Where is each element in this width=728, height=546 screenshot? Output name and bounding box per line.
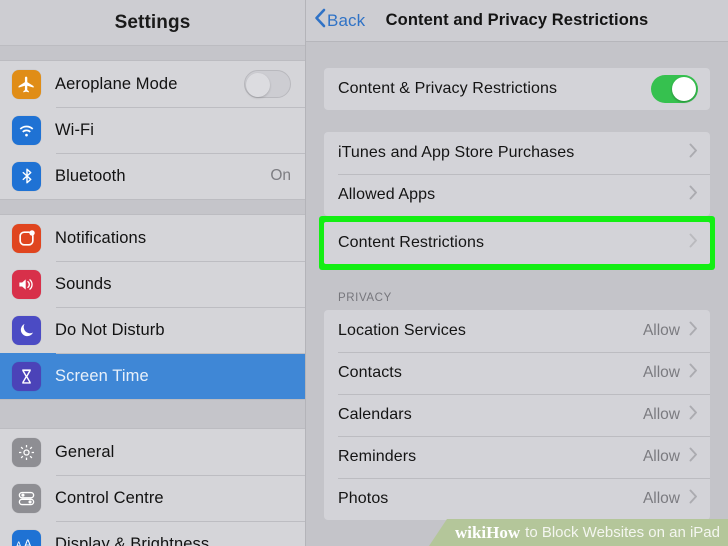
row-label: Photos: [338, 490, 389, 507]
sidebar-gap-2: [0, 199, 305, 215]
sidebar-item-general[interactable]: General: [0, 429, 305, 475]
row-label: Location Services: [338, 322, 466, 339]
sidebar-item-label: Screen Time: [55, 366, 149, 385]
aeroplane-mode-toggle[interactable]: [244, 70, 291, 98]
detail-header: Back Content and Privacy Restrictions: [306, 0, 728, 42]
notifications-icon: [12, 223, 41, 253]
sidebar-item-label: Sounds: [55, 274, 112, 293]
sidebar-item-screen-time[interactable]: Screen Time: [0, 353, 305, 399]
row-value: Allow: [642, 406, 680, 423]
gear-icon: [12, 437, 41, 467]
sidebar-group-device: General Control Centre AA Display & Brig…: [0, 429, 305, 546]
row-label: iTunes and App Store Purchases: [338, 144, 575, 161]
chevron-right-icon: [689, 233, 698, 253]
back-button-label: Back: [327, 10, 366, 30]
restrictions-card: iTunes and App Store Purchases Allowed A…: [324, 132, 710, 216]
sidebar-item-label: General: [55, 442, 115, 461]
content-restrictions-card: Content Restrictions: [324, 222, 710, 264]
watermark-brand: wikiHow: [454, 522, 521, 542]
aeroplane-icon: [12, 69, 41, 99]
watermark-text: to Block Websites on an iPad: [525, 524, 720, 541]
sidebar-title: Settings: [0, 0, 305, 45]
toggle-knob: [246, 73, 270, 97]
sidebar-item-label: Control Centre: [55, 488, 164, 507]
row-value: Allow: [642, 364, 680, 381]
sidebar-item-control-centre[interactable]: Control Centre: [0, 475, 305, 521]
sidebar-item-display-brightness[interactable]: AA Display & Brightness: [0, 521, 305, 546]
calendars-row[interactable]: Calendars Allow: [324, 394, 710, 436]
chevron-right-icon: [689, 405, 698, 425]
sidebar-item-wifi[interactable]: Wi-Fi: [0, 107, 305, 153]
sidebar-item-label: Do Not Disturb: [55, 320, 165, 339]
text-size-icon: AA: [12, 529, 41, 546]
privacy-card: Location Services Allow Contacts Allow C…: [324, 310, 710, 520]
ipad-settings-screen: Settings Aeroplane Mode Wi-Fi Bluetooth …: [0, 0, 728, 546]
control-centre-icon: [12, 483, 41, 513]
sidebar-item-label: Aeroplane Mode: [55, 74, 178, 93]
chevron-right-icon: [689, 185, 698, 205]
row-label: Contacts: [338, 364, 402, 381]
sounds-icon: [12, 269, 41, 299]
wikihow-watermark: wikiHow to Block Websites on an iPad: [428, 519, 728, 546]
sidebar-item-notifications[interactable]: Notifications: [0, 215, 305, 261]
photos-row[interactable]: Photos Allow: [324, 478, 710, 520]
bluetooth-state-value: On: [270, 167, 291, 184]
row-label: Content Restrictions: [338, 234, 485, 251]
bluetooth-icon: [12, 161, 41, 191]
row-value: Allow: [642, 448, 680, 465]
detail-panel: Back Content and Privacy Restrictions Co…: [306, 0, 728, 546]
svg-text:A: A: [23, 537, 31, 546]
chevron-right-icon: [689, 447, 698, 467]
contacts-row[interactable]: Contacts Allow: [324, 352, 710, 394]
svg-text:A: A: [15, 540, 21, 546]
sidebar-group-connectivity: Aeroplane Mode Wi-Fi Bluetooth On: [0, 61, 305, 199]
sidebar-group-system: Notifications Sounds Do Not Disturb Scre…: [0, 215, 305, 399]
row-label: Allowed Apps: [338, 186, 436, 203]
sidebar-item-do-not-disturb[interactable]: Do Not Disturb: [0, 307, 305, 353]
page-title: Content and Privacy Restrictions: [385, 11, 649, 29]
chevron-right-icon: [689, 143, 698, 163]
privacy-section-header: PRIVACY: [338, 292, 392, 304]
master-switch-card: Content & Privacy Restrictions: [324, 68, 710, 110]
back-button[interactable]: Back: [314, 8, 365, 33]
content-restrictions-highlight: Content Restrictions: [319, 216, 715, 270]
hourglass-icon: [12, 361, 41, 391]
sidebar-gap-1: [0, 45, 305, 61]
row-value: Allow: [642, 490, 680, 507]
chevron-right-icon: [689, 321, 698, 341]
toggle-knob: [672, 77, 696, 101]
reminders-row[interactable]: Reminders Allow: [324, 436, 710, 478]
sidebar-item-sounds[interactable]: Sounds: [0, 261, 305, 307]
detail-body: Content & Privacy Restrictions iTunes an…: [306, 42, 728, 520]
row-label: Content & Privacy Restrictions: [338, 80, 558, 97]
moon-icon: [12, 315, 41, 345]
allowed-apps-row[interactable]: Allowed Apps: [324, 174, 710, 216]
sidebar-item-label: Bluetooth: [55, 166, 126, 185]
chevron-left-icon: [314, 8, 326, 33]
sidebar-item-label: Notifications: [55, 228, 147, 247]
chevron-right-icon: [689, 489, 698, 509]
content-privacy-restrictions-toggle[interactable]: [651, 75, 698, 103]
row-label: Calendars: [338, 406, 412, 423]
chevron-right-icon: [689, 363, 698, 383]
sidebar-item-aeroplane-mode[interactable]: Aeroplane Mode: [0, 61, 305, 107]
sidebar-gap-3: [0, 399, 305, 429]
sidebar-item-label: Display & Brightness: [55, 534, 210, 546]
sidebar-item-bluetooth[interactable]: Bluetooth On: [0, 153, 305, 199]
row-value: Allow: [642, 322, 680, 339]
settings-sidebar: Settings Aeroplane Mode Wi-Fi Bluetooth …: [0, 0, 306, 546]
content-privacy-restrictions-row[interactable]: Content & Privacy Restrictions: [324, 68, 710, 110]
itunes-app-store-purchases-row[interactable]: iTunes and App Store Purchases: [324, 132, 710, 174]
row-label: Reminders: [338, 448, 417, 465]
location-services-row[interactable]: Location Services Allow: [324, 310, 710, 352]
sidebar-item-label: Wi-Fi: [55, 120, 94, 139]
content-restrictions-row[interactable]: Content Restrictions: [324, 222, 710, 264]
wifi-icon: [12, 115, 41, 145]
